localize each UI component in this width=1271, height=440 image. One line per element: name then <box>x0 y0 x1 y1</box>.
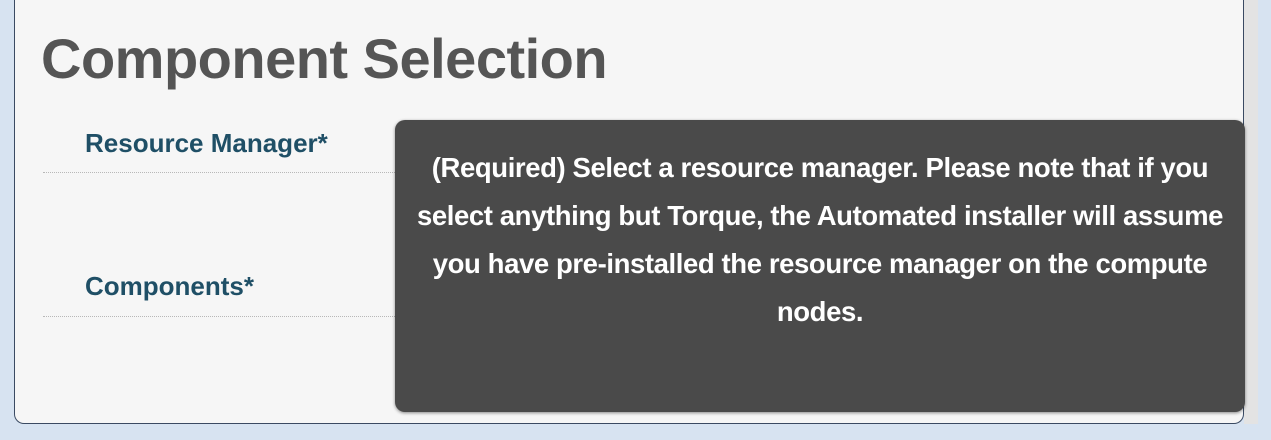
page-title: Component Selection <box>41 27 608 90</box>
row-divider <box>43 316 423 317</box>
components-label: Components* <box>85 271 254 301</box>
resource-manager-tooltip: (Required) Select a resource manager. Pl… <box>395 120 1245 412</box>
row-divider <box>43 172 423 173</box>
window-edge <box>1244 0 1258 424</box>
resource-manager-label: Resource Manager* <box>85 128 328 158</box>
